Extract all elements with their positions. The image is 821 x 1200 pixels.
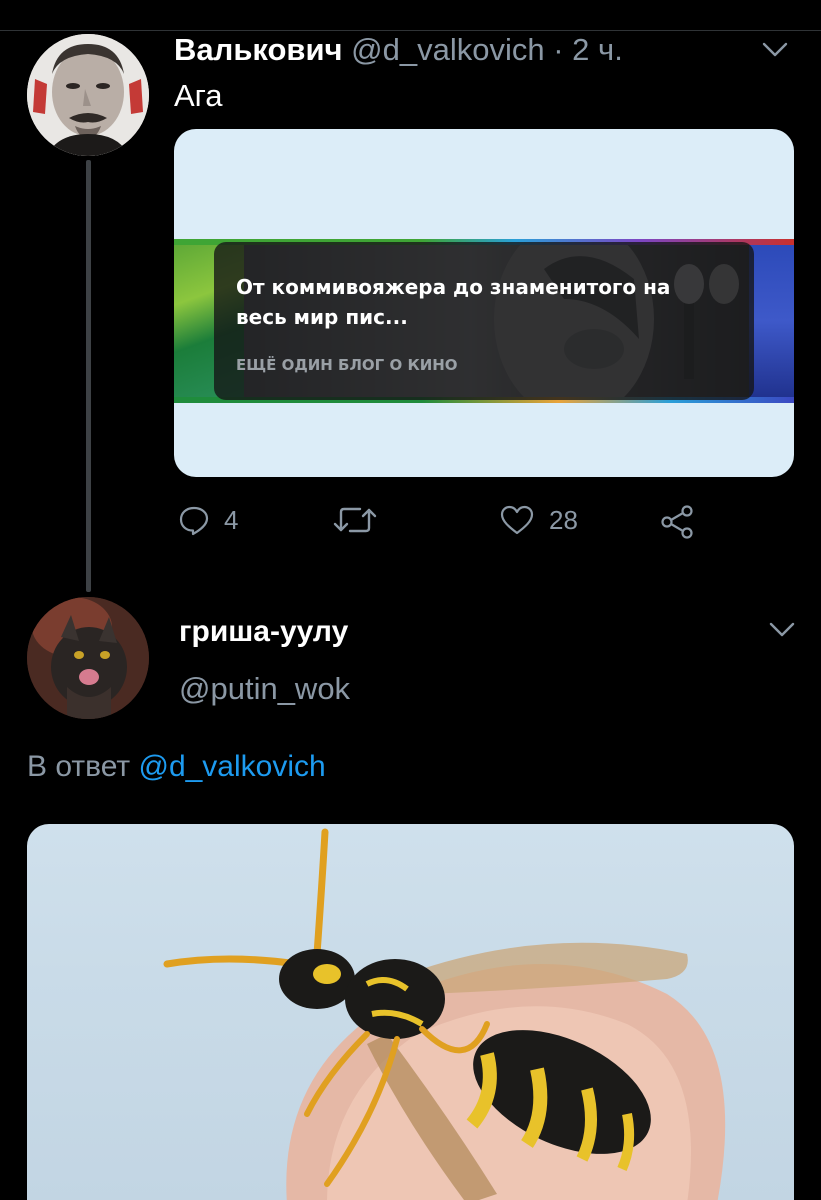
card-title: От коммивояжера до знаменитого на весь м… [236,275,671,329]
share-button[interactable] [660,504,696,540]
tweet2-author-name[interactable]: гриша-уулу [179,615,348,649]
share-icon [661,505,693,539]
tweet2-photo[interactable] [27,824,794,1200]
top-divider [0,30,821,31]
chevron-down-icon[interactable] [762,40,788,60]
reply-button[interactable]: 4 [178,504,238,536]
like-button[interactable]: 28 [499,504,578,536]
like-count: 28 [549,504,578,535]
tweet1-author-handle[interactable]: @d_valkovich [351,32,544,67]
tweet1-header: Валькович @d_valkovich · 2 ч. [174,32,623,68]
card-image: От коммивояжера до знаменитого на весь м… [174,239,794,403]
avatar-putin-wok[interactable] [27,597,149,719]
reply-prefix: В ответ [27,750,131,783]
tweet1-text: Ага [174,78,223,113]
tweet1-time[interactable]: · 2 ч. [553,32,623,67]
retweet-icon [333,507,377,533]
tweet2-author-handle[interactable]: @putin_wok [179,671,350,707]
avatar-valkovich[interactable] [27,34,149,156]
card-source: ЕЩЁ ОДИН БЛОГ О КИНО [236,356,458,374]
retweet-button[interactable] [332,504,392,536]
twitter-thread-screen: Валькович @d_valkovich · 2 ч. Ага От ком… [0,0,821,1200]
tweet1-action-bar: 4 28 [0,504,821,544]
heart-icon [500,505,534,535]
reply-context: В ответ @d_valkovich [27,750,326,784]
avatar-cat-photo [27,597,149,719]
tweet1-author-name[interactable]: Валькович [174,32,343,67]
avatar-valkovich-portrait [27,34,149,156]
wasp-photo-illustration [163,828,726,1200]
chevron-down-icon[interactable] [769,620,795,640]
reply-icon [179,506,209,536]
reply-count: 4 [224,504,239,535]
reply-mention-link[interactable]: @d_valkovich [138,750,325,783]
card-caption-overlay: От коммивояжера до знаменитого на весь м… [214,242,754,400]
link-preview-card[interactable]: От коммивояжера до знаменитого на весь м… [174,129,794,477]
